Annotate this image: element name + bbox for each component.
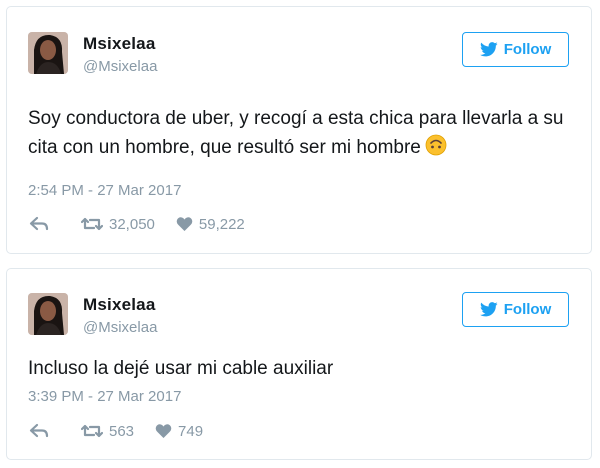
twitter-bird-icon: [479, 302, 498, 317]
reply-icon: [29, 423, 49, 439]
author-name[interactable]: Msixelaa: [83, 34, 155, 54]
retweet-icon: [81, 423, 103, 439]
reply-button[interactable]: [29, 216, 49, 232]
follow-button[interactable]: Follow: [462, 292, 569, 327]
tweet-timestamp[interactable]: 2:54 PM - 27 Mar 2017: [28, 182, 181, 199]
follow-button[interactable]: Follow: [462, 32, 569, 67]
tweet-timestamp[interactable]: 3:39 PM - 27 Mar 2017: [28, 388, 181, 405]
retweet-button[interactable]: 32,050: [81, 216, 155, 233]
avatar[interactable]: [28, 293, 68, 335]
follow-label: Follow: [503, 301, 552, 318]
like-count: 749: [178, 422, 204, 440]
follow-label: Follow: [503, 41, 552, 58]
tweet-text-line: Incluso la dejé usar mi cable auxiliar: [28, 358, 334, 379]
retweet-button[interactable]: 563: [81, 423, 134, 440]
reply-icon: [29, 216, 49, 232]
heart-icon: [155, 423, 172, 439]
tweet-text: Incluso la dejé usar mi cable auxiliar: [28, 354, 333, 383]
reply-button[interactable]: [29, 423, 49, 439]
like-count: 59,222: [198, 215, 245, 233]
upside-down-face-emoji-icon: [425, 134, 447, 165]
tweet-text-line: cita con un hombre, que resultó ser mi h…: [28, 137, 421, 158]
tweet-text: Soy conductora de uber, y recogí a esta …: [28, 104, 563, 165]
avatar[interactable]: [28, 32, 68, 74]
tweet-card: Msixelaa @Msixelaa Follow Incluso la dej…: [6, 268, 592, 460]
like-button[interactable]: 59,222: [176, 216, 245, 233]
heart-icon: [176, 216, 193, 232]
retweet-icon: [81, 216, 103, 232]
author-name[interactable]: Msixelaa: [83, 295, 155, 315]
retweet-count: 563: [109, 422, 135, 440]
tweet-text-line: Soy conductora de uber, y recogí a esta …: [28, 108, 564, 129]
author-handle[interactable]: @Msixelaa: [83, 58, 157, 75]
author-handle[interactable]: @Msixelaa: [83, 319, 157, 336]
tweet-actions: 563 749: [29, 421, 203, 441]
like-button[interactable]: 749: [155, 423, 203, 440]
tweet-actions: 32,050 59,222: [29, 214, 245, 234]
tweet-card: Msixelaa @Msixelaa Follow Soy conductora…: [6, 6, 592, 254]
twitter-bird-icon: [479, 42, 498, 57]
retweet-count: 32,050: [109, 215, 155, 233]
